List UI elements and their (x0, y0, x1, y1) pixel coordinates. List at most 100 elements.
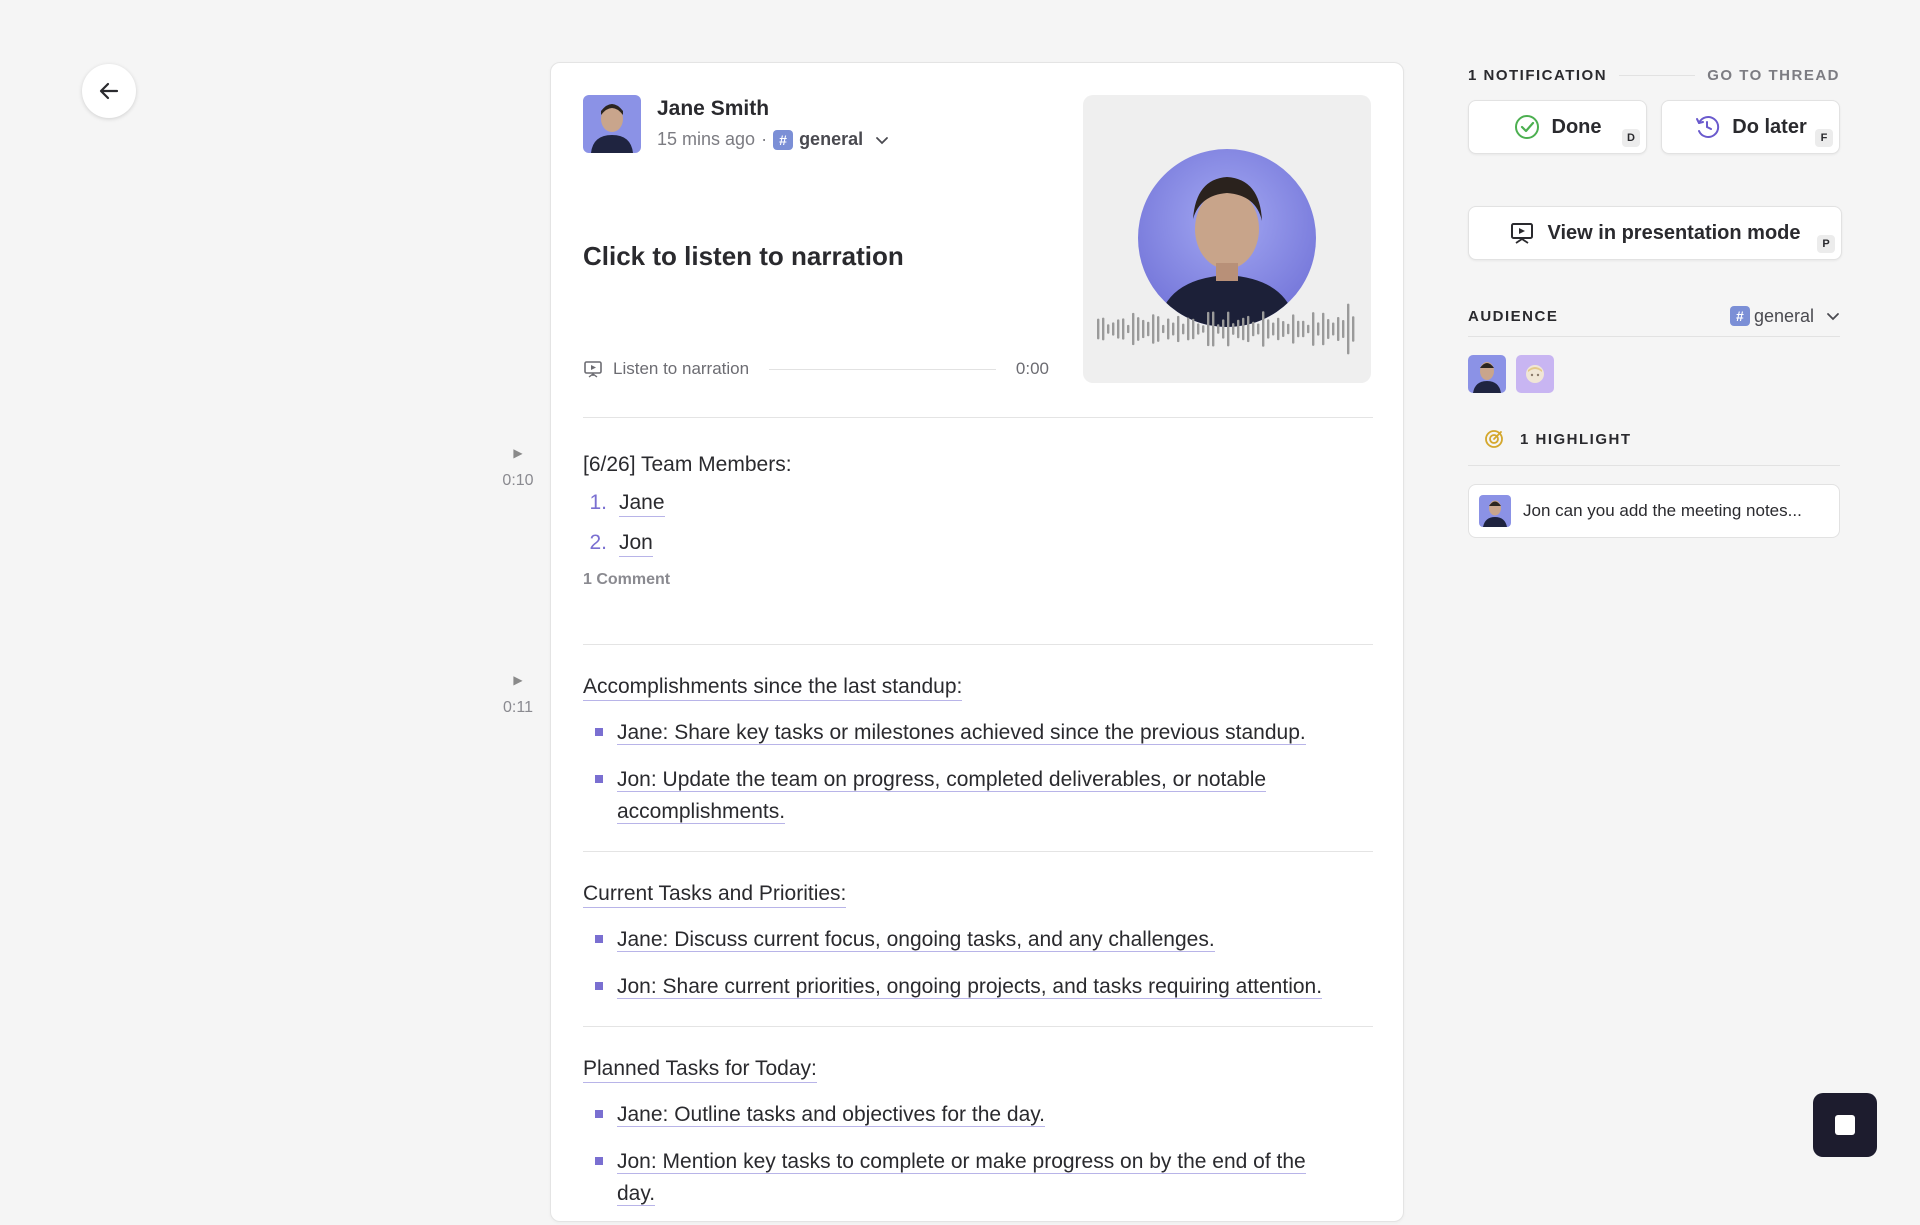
waveform-bar (1312, 312, 1315, 346)
waveform-bar (1112, 322, 1115, 336)
divider (583, 417, 1373, 418)
divider (1468, 336, 1840, 337)
chevron-down-icon[interactable] (875, 133, 889, 147)
chevron-down-icon (1827, 313, 1839, 321)
list-item-text[interactable]: Jane: Discuss current focus, ongoing tas… (617, 928, 1215, 952)
waveform-bar (1322, 312, 1325, 346)
audience-channel: general (1753, 305, 1814, 326)
timestamp-label: 0:11 (503, 699, 533, 716)
bullet-marker (595, 774, 603, 783)
notification-count: 1 NOTIFICATION (1468, 66, 1608, 84)
waveform-bar (1302, 320, 1305, 338)
section-heading[interactable]: Accomplishments since the last standup: (583, 675, 963, 701)
waveform-bar (1272, 322, 1275, 336)
waveform-bar (1132, 312, 1135, 346)
list-item[interactable]: 1. Jane (583, 491, 1373, 517)
section-heading[interactable]: Planned Tasks for Today: (583, 1057, 817, 1083)
avatar[interactable] (1468, 355, 1506, 393)
back-button[interactable] (82, 64, 136, 118)
post-time: 15 mins ago (657, 129, 756, 149)
divider (583, 851, 1373, 852)
highlight-text: Jon can you add the meeting notes... (1523, 501, 1802, 520)
post-meta: 15 mins ago · # general (657, 129, 889, 150)
list-item[interactable]: Jon: Mention key tasks to complete or ma… (583, 1146, 1373, 1211)
list-item[interactable]: Jane: Outline tasks and objectives for t… (583, 1099, 1373, 1132)
waveform-bar (1167, 318, 1170, 340)
waveform-bar (1147, 321, 1150, 337)
waveform-bar (1242, 317, 1245, 341)
list-item-text[interactable]: Jon: Mention key tasks to complete or ma… (617, 1149, 1306, 1207)
waveform-bar (1277, 317, 1280, 341)
done-button[interactable]: Done D (1468, 100, 1647, 154)
section-heading[interactable]: Current Tasks and Priorities: (583, 882, 847, 908)
waveform-bar (1337, 316, 1340, 342)
play-icon[interactable]: ▶ (496, 446, 540, 460)
done-label: Done (1551, 115, 1602, 138)
accomplishments-section: Accomplishments since the last standup: … (583, 675, 1373, 843)
list-item[interactable]: Jon: Update the team on progress, comple… (583, 764, 1373, 829)
timestamp-marker[interactable]: ▶ 0:11 (496, 673, 540, 717)
waveform-bar (1227, 311, 1230, 347)
planned-tasks-section: Planned Tasks for Today: Jane: Outline t… (583, 1057, 1373, 1225)
list-item[interactable]: Jane: Discuss current focus, ongoing tas… (583, 924, 1373, 957)
list-item[interactable]: Jon: Share current priorities, ongoing p… (583, 971, 1373, 1004)
bullet-marker (595, 1156, 603, 1165)
member-name[interactable]: Jon (619, 531, 653, 557)
divider (583, 644, 1373, 645)
waveform-bar (1282, 321, 1285, 337)
notification-actions: Done D Do later F (1468, 100, 1840, 154)
waveform-bar (1347, 303, 1350, 355)
highlight-item[interactable]: Jon can you add the meeting notes... (1468, 484, 1840, 538)
audience-channel-selector[interactable]: # general (1729, 305, 1840, 327)
narration-label[interactable]: Listen to narration (613, 359, 749, 379)
play-icon[interactable]: ▶ (496, 673, 540, 687)
narration-video-thumbnail[interactable] (1083, 95, 1371, 383)
avatar[interactable] (1516, 355, 1554, 393)
list-item-text[interactable]: Jane: Share key tasks or milestones achi… (617, 721, 1306, 745)
author-name[interactable]: Jane Smith (657, 97, 889, 121)
list-item-text[interactable]: Jon: Update the team on progress, comple… (617, 767, 1267, 825)
divider (1468, 465, 1840, 466)
waveform-bar (1192, 318, 1195, 340)
list-number: 2. (589, 531, 607, 554)
clock-later-icon (1696, 116, 1720, 138)
waveform-bar (1202, 325, 1205, 333)
timestamp-label: 0:10 (502, 472, 534, 489)
stop-recording-button[interactable] (1813, 1093, 1877, 1157)
shortcut-key: D (1622, 129, 1640, 147)
comment-count[interactable]: 1 Comment (583, 571, 1373, 589)
audience-avatars (1468, 355, 1840, 393)
narration-progress-track[interactable] (769, 368, 996, 370)
meta-separator: · (761, 129, 768, 149)
waveform-bar (1297, 320, 1300, 338)
waveform-bar (1252, 321, 1255, 337)
audience-header: AUDIENCE # general (1468, 304, 1840, 328)
member-name[interactable]: Jane (619, 491, 665, 517)
waveform-bar (1187, 317, 1190, 341)
presentation-mode-button[interactable]: View in presentation mode P (1468, 206, 1842, 260)
narration-player[interactable]: Listen to narration 0:00 (583, 359, 1049, 379)
waveform-bar (1332, 322, 1335, 336)
avatar (1479, 495, 1511, 527)
section-heading[interactable]: [6/26] Team Members: (583, 453, 792, 477)
current-tasks-list: Jane: Discuss current focus, ongoing tas… (583, 924, 1373, 1003)
list-item[interactable]: Jane: Share key tasks or milestones achi… (583, 717, 1373, 750)
audience-label: AUDIENCE (1468, 307, 1559, 325)
bullet-marker (595, 1110, 603, 1118)
waveform-bar (1217, 324, 1220, 334)
list-item[interactable]: 2. Jon (583, 531, 1373, 557)
divider (583, 1026, 1373, 1027)
channel-hash-icon: # (773, 129, 794, 150)
channel-name[interactable]: general (799, 129, 863, 150)
go-to-thread-link[interactable]: GO TO THREAD (1707, 67, 1840, 84)
do-later-label: Do later (1732, 115, 1807, 138)
narration-title[interactable]: Click to listen to narration (583, 241, 904, 272)
waveform-bar (1137, 317, 1140, 341)
list-item-text[interactable]: Jon: Share current priorities, ongoing p… (617, 974, 1323, 999)
avatar[interactable] (583, 95, 641, 153)
check-circle-icon (1514, 115, 1539, 139)
do-later-button[interactable]: Do later F (1661, 100, 1840, 154)
list-item-text[interactable]: Jane: Outline tasks and objectives for t… (617, 1103, 1046, 1127)
presentation-mode-label: View in presentation mode (1547, 221, 1801, 244)
timestamp-marker[interactable]: ▶ 0:10 (496, 446, 540, 490)
